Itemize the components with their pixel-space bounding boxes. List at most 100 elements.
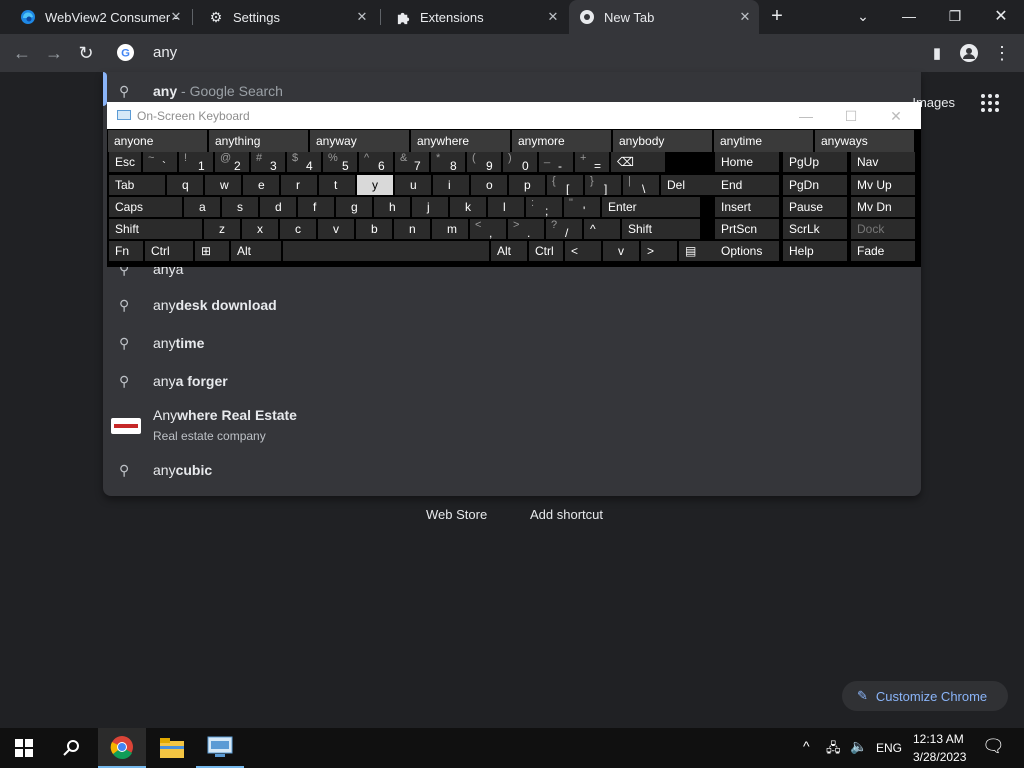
- key->[interactable]: >: [641, 241, 677, 261]
- close-icon[interactable]: ✕: [545, 9, 561, 25]
- key-Caps[interactable]: Caps: [109, 197, 182, 217]
- tab-search-chevron-icon[interactable]: ⌄: [840, 0, 886, 32]
- suggestion-row-entity[interactable]: Anywhere Real Estate Real estate company: [103, 402, 921, 450]
- key-⊞[interactable]: ⊞: [195, 241, 229, 261]
- apps-grid-icon[interactable]: [980, 93, 1000, 118]
- key-w[interactable]: w: [205, 175, 241, 195]
- key-home[interactable]: Home: [715, 152, 779, 172]
- key-s[interactable]: s: [222, 197, 258, 217]
- key-scrlk[interactable]: ScrLk: [783, 219, 847, 239]
- chrome-taskbar-icon[interactable]: [98, 728, 146, 768]
- network-icon[interactable]: 🖧: [826, 739, 841, 761]
- key-dock[interactable]: Dock: [851, 219, 915, 239]
- key-Shift[interactable]: Shift: [109, 219, 202, 239]
- prediction-anything[interactable]: anything: [209, 130, 308, 152]
- key-q[interactable]: q: [167, 175, 203, 195]
- notification-icon[interactable]: 🗨: [982, 736, 1005, 757]
- key-,[interactable]: <,: [470, 219, 506, 239]
- close-icon[interactable]: ✕: [354, 9, 370, 25]
- key-t[interactable]: t: [319, 175, 355, 195]
- side-panel-icon[interactable]: ▮: [922, 38, 952, 68]
- suggestion-row[interactable]: ⚲ anycubic: [103, 451, 921, 489]
- key-mv-up[interactable]: Mv Up: [851, 175, 915, 195]
- key-Ctrl[interactable]: Ctrl: [145, 241, 193, 261]
- key-end[interactable]: End: [715, 175, 779, 195]
- prediction-anymore[interactable]: anymore: [512, 130, 611, 152]
- language-indicator[interactable]: ENG: [876, 741, 902, 755]
- key--[interactable]: _ -: [539, 152, 573, 172]
- prediction-anyway[interactable]: anyway: [310, 130, 409, 152]
- key-\[interactable]: | \: [623, 175, 659, 195]
- key-i[interactable]: i: [433, 175, 469, 195]
- key-Alt[interactable]: Alt: [491, 241, 527, 261]
- key-pgup[interactable]: PgUp: [783, 152, 847, 172]
- osk-taskbar-icon[interactable]: [196, 728, 244, 768]
- key-h[interactable]: h: [374, 197, 410, 217]
- key-'[interactable]: " ': [564, 197, 600, 217]
- key-p[interactable]: p: [509, 175, 545, 195]
- key-m[interactable]: m: [432, 219, 468, 239]
- prediction-anyone[interactable]: anyone: [108, 130, 207, 152]
- close-icon[interactable]: ✕: [737, 9, 753, 25]
- suggestion-row[interactable]: ⚲ anya forger: [103, 362, 921, 400]
- key-Alt[interactable]: Alt: [231, 241, 281, 261]
- volume-icon[interactable]: 🔈: [850, 738, 867, 755]
- key-/[interactable]: ? /: [546, 219, 582, 239]
- windows-start-icon[interactable]: [0, 728, 48, 768]
- restore-button[interactable]: ❐: [932, 0, 978, 32]
- key-`[interactable]: ~ `: [143, 152, 177, 172]
- shortcut-web-store[interactable]: Web Store: [426, 507, 487, 522]
- key-Fn[interactable]: Fn: [109, 241, 143, 261]
- key-;[interactable]: :;: [526, 197, 562, 217]
- chevron-up-icon[interactable]: ^: [803, 738, 810, 754]
- key-2[interactable]: @2: [215, 152, 249, 172]
- omnibox-input[interactable]: any: [153, 44, 177, 61]
- key-z[interactable]: z: [204, 219, 240, 239]
- close-window-button[interactable]: ✕: [978, 0, 1024, 32]
- key-prtscn[interactable]: PrtScn: [715, 219, 779, 239]
- prediction-anyways[interactable]: anyways: [815, 130, 914, 152]
- suggestion-row[interactable]: ⚲ anytime: [103, 324, 921, 362]
- key-a[interactable]: a: [184, 197, 220, 217]
- key-j[interactable]: j: [412, 197, 448, 217]
- key-▤[interactable]: ▤: [679, 241, 715, 261]
- minimize-button[interactable]: —: [794, 106, 818, 126]
- file-explorer-icon[interactable]: [148, 728, 196, 768]
- key-^[interactable]: ^: [584, 219, 620, 239]
- key-⌫[interactable]: ⌫: [611, 152, 665, 172]
- reload-button[interactable]: ↻: [71, 38, 101, 68]
- key-x[interactable]: x: [242, 219, 278, 239]
- forward-button[interactable]: →: [39, 38, 69, 68]
- key-1[interactable]: ! 1: [179, 152, 213, 172]
- key-8[interactable]: * 8: [431, 152, 465, 172]
- key-[[interactable]: {[: [547, 175, 583, 195]
- key-y[interactable]: y: [357, 175, 393, 195]
- shortcut-add[interactable]: Add shortcut: [530, 507, 603, 522]
- key-pgdn[interactable]: PgDn: [783, 175, 847, 195]
- minimize-button[interactable]: —: [886, 0, 932, 32]
- key-nav[interactable]: Nav: [851, 152, 915, 172]
- search-icon[interactable]: [48, 728, 96, 768]
- key-fade[interactable]: Fade: [851, 241, 915, 261]
- tab-extensions[interactable]: Extensions ✕: [385, 0, 567, 34]
- key-<[interactable]: <: [565, 241, 601, 261]
- key-3[interactable]: #3: [251, 152, 285, 172]
- key-u[interactable]: u: [395, 175, 431, 195]
- clock-time[interactable]: 12:13 AM: [913, 732, 964, 746]
- key-f[interactable]: f: [298, 197, 334, 217]
- key-][interactable]: }]: [585, 175, 621, 195]
- key-e[interactable]: e: [243, 175, 279, 195]
- key-options[interactable]: Options: [715, 241, 779, 261]
- key-k[interactable]: k: [450, 197, 486, 217]
- key-Del[interactable]: Del: [661, 175, 719, 195]
- new-tab-button[interactable]: +: [754, 0, 800, 32]
- key-n[interactable]: n: [394, 219, 430, 239]
- key-l[interactable]: l: [488, 197, 524, 217]
- key-0[interactable]: ) 0: [503, 152, 537, 172]
- key-6[interactable]: ^ 6: [359, 152, 393, 172]
- prediction-anywhere[interactable]: anywhere: [411, 130, 510, 152]
- key-d[interactable]: d: [260, 197, 296, 217]
- osk-titlebar[interactable]: On-Screen Keyboard — ☐ ✕: [107, 102, 921, 129]
- key-c[interactable]: c: [280, 219, 316, 239]
- tab-webview2[interactable]: WebView2 Consumer - ✕: [10, 0, 190, 34]
